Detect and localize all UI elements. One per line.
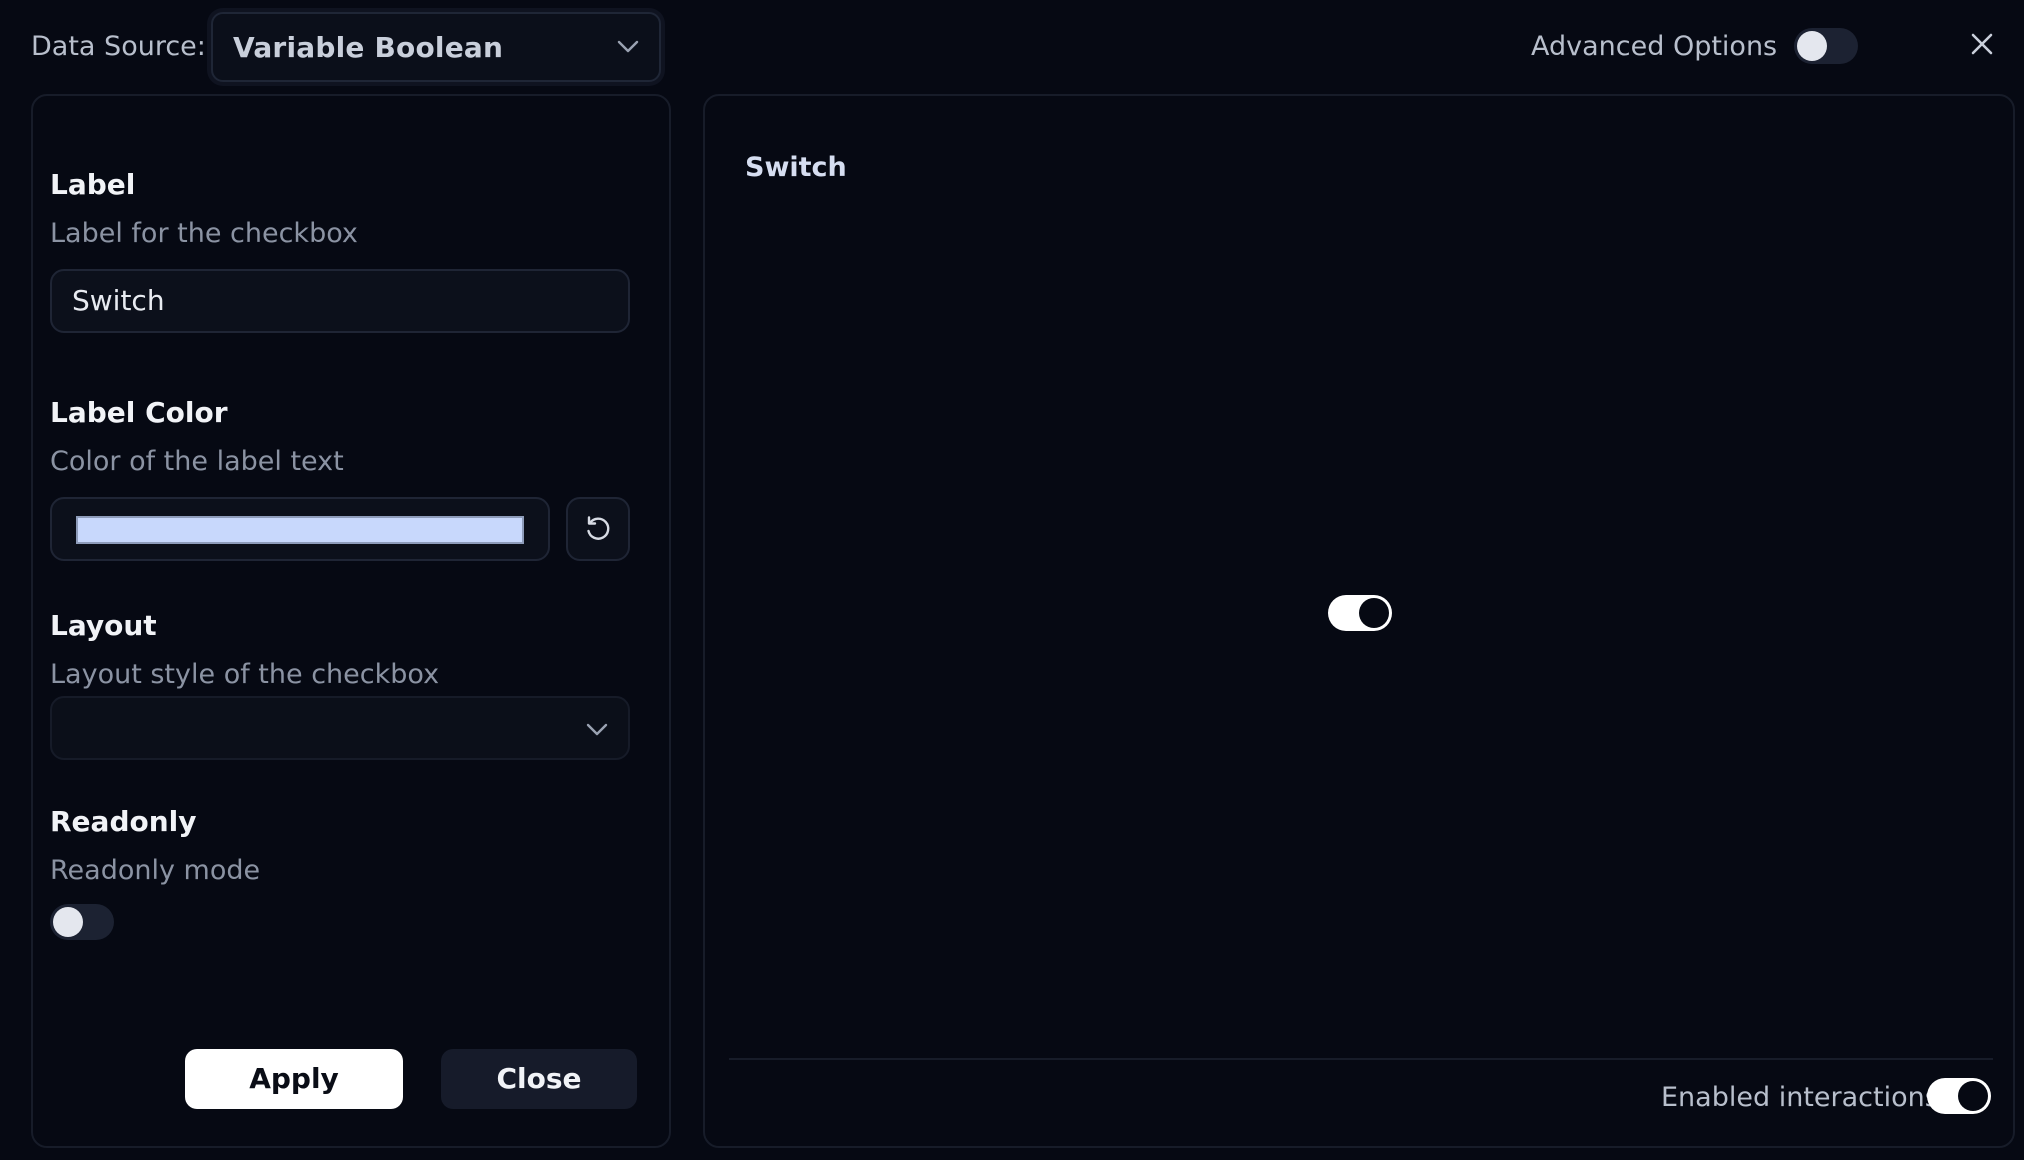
chevron-down-icon: [617, 40, 639, 53]
advanced-options-toggle[interactable]: [1794, 28, 1858, 64]
readonly-toggle[interactable]: [50, 904, 114, 940]
apply-button[interactable]: Apply: [185, 1049, 403, 1109]
readonly-field-description: Readonly mode: [50, 855, 261, 886]
toggle-knob: [53, 907, 83, 937]
layout-field-title: Layout: [50, 609, 157, 642]
layout-field-description: Layout style of the checkbox: [50, 659, 440, 690]
label-field-description: Label for the checkbox: [50, 218, 358, 249]
close-icon[interactable]: [1968, 30, 1996, 58]
enabled-interactions-toggle[interactable]: [1927, 1078, 1991, 1114]
label-input[interactable]: Switch: [50, 269, 630, 333]
toggle-knob: [1958, 1081, 1988, 1111]
label-color-field-title: Label Color: [50, 396, 228, 429]
label-color-field-description: Color of the label text: [50, 446, 344, 477]
enabled-interactions-label: Enabled interactions: [1661, 1082, 1939, 1113]
close-button[interactable]: Close: [441, 1049, 637, 1109]
switch-config-dialog: Data Source: Variable Boolean Advanced O…: [0, 0, 2024, 1160]
settings-panel: Label Label for the checkbox Switch Labe…: [31, 94, 671, 1148]
preview-switch[interactable]: [1328, 595, 1392, 631]
reset-icon: [587, 516, 610, 540]
advanced-options-label: Advanced Options: [1531, 31, 1778, 62]
preview-panel: Switch Enabled interactions: [703, 94, 2015, 1148]
layout-select[interactable]: [50, 696, 630, 760]
divider: [729, 1058, 1993, 1060]
toggle-knob: [1359, 598, 1389, 628]
toggle-knob: [1797, 31, 1827, 61]
preview-switch-label: Switch: [745, 152, 847, 183]
data-source-select[interactable]: Variable Boolean: [211, 12, 661, 82]
reset-color-button[interactable]: [566, 497, 630, 561]
data-source-label: Data Source:: [31, 31, 206, 62]
label-color-input[interactable]: [50, 497, 550, 561]
data-source-value: Variable Boolean: [233, 30, 504, 64]
color-swatch: [76, 516, 524, 544]
label-field-title: Label: [50, 168, 136, 201]
readonly-field-title: Readonly: [50, 805, 197, 838]
chevron-down-icon: [586, 723, 608, 736]
